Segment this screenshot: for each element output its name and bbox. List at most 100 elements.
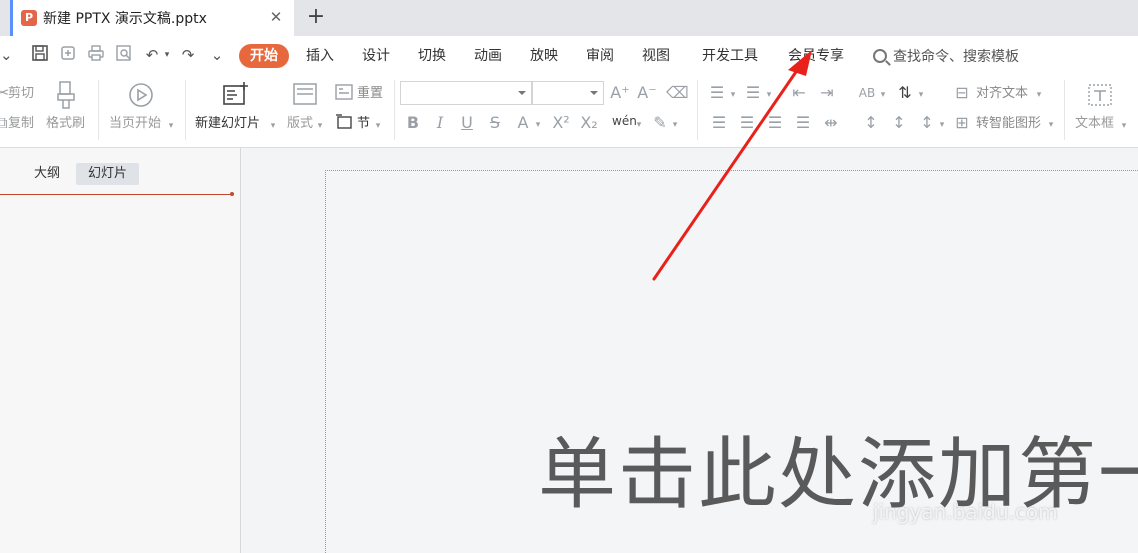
document-title: 新建 PPTX 演示文稿.pptx — [43, 11, 207, 27]
align-text-icon: ⊟ — [955, 83, 969, 102]
align-right-icon[interactable]: ☰ — [764, 114, 786, 132]
print-icon[interactable] — [86, 44, 106, 66]
italic-icon[interactable]: I — [431, 114, 449, 132]
pptx-file-icon: P — [21, 10, 37, 26]
phonetic-guide-icon[interactable]: wén — [612, 112, 637, 130]
superscript-icon[interactable]: X² — [550, 114, 572, 132]
justify-icon[interactable]: ☰ — [792, 114, 814, 132]
bold-icon[interactable]: B — [404, 114, 422, 132]
chevron-down-icon[interactable]: ▾ — [634, 116, 644, 134]
increase-indent-icon[interactable]: ⇥ — [816, 84, 838, 102]
paragraph-spacing-icon[interactable]: ↕ — [888, 114, 910, 132]
divider — [98, 80, 99, 140]
align-text-button[interactable]: 对齐文本 — [976, 85, 1028, 103]
save-icon[interactable] — [30, 44, 50, 66]
chevron-down-icon[interactable]: ▾ — [937, 116, 947, 134]
clear-format-icon[interactable]: ⌫ — [666, 84, 689, 102]
textbox-icon — [1086, 82, 1114, 108]
section-icon — [334, 114, 354, 134]
menu-tab-slideshow[interactable]: 放映 — [530, 46, 558, 66]
export-icon[interactable] — [58, 44, 78, 66]
menu-tab-view[interactable]: 视图 — [642, 46, 670, 66]
subscript-icon[interactable]: X₂ — [578, 114, 600, 132]
layout-button[interactable]: 版式 — [287, 115, 313, 133]
chevron-down-icon[interactable]: ▾ — [1119, 117, 1129, 135]
cut-button[interactable]: 剪切 — [8, 85, 34, 103]
chevron-down-icon[interactable]: ▾ — [533, 116, 543, 134]
document-tab[interactable]: P 新建 PPTX 演示文稿.pptx ✕ — [10, 0, 294, 36]
insertion-marker-dot — [230, 192, 234, 196]
increase-font-icon[interactable]: A⁺ — [610, 84, 630, 102]
font-family-select[interactable] — [400, 81, 532, 105]
chevron-down-icon[interactable]: ⌄ — [0, 44, 13, 66]
insertion-marker — [0, 194, 232, 195]
format-painter-button[interactable]: 格式刷 — [46, 115, 85, 133]
menu-tab-member[interactable]: 会员专享 — [788, 46, 844, 66]
tab-outline[interactable]: 大纲 — [22, 163, 72, 185]
chevron-down-icon[interactable]: ▾ — [728, 86, 738, 104]
new-slide-button[interactable]: 新建幻灯片 — [195, 115, 260, 133]
reset-button[interactable]: 重置 — [357, 85, 383, 103]
tab-slides[interactable]: 幻灯片 — [76, 163, 140, 185]
bullet-list-icon[interactable]: ☰ — [706, 84, 728, 102]
format-painter-icon — [54, 80, 78, 110]
align-center-icon[interactable]: ☰ — [736, 114, 758, 132]
copy-button[interactable]: 复制 — [8, 115, 34, 133]
align-left-icon[interactable]: ☰ — [708, 114, 730, 132]
underline-icon[interactable]: U — [458, 114, 476, 132]
convert-smartart-button[interactable]: 转智能图形 — [976, 115, 1041, 133]
chevron-down-icon[interactable]: ▾ — [373, 117, 383, 135]
menu-tab-home[interactable]: 开始 — [239, 44, 289, 68]
decrease-indent-icon[interactable]: ⇤ — [788, 84, 810, 102]
chevron-down-icon[interactable]: ▾ — [1046, 116, 1056, 134]
reset-icon — [334, 84, 354, 104]
menu-tab-design[interactable]: 设计 — [362, 46, 390, 66]
undo-dropdown-icon[interactable]: ▾ — [162, 44, 172, 66]
menu-bar: ⌄ ↶ ▾ ↷ ⌄ 开始 插入 设计 切换 动画 放映 审阅 视图 开发工具 会… — [0, 36, 1138, 74]
section-button[interactable]: 节 — [357, 115, 370, 133]
new-slide-icon — [222, 80, 250, 108]
sort-icon[interactable]: ⇅ — [894, 84, 916, 102]
decrease-font-icon[interactable]: A⁻ — [637, 84, 657, 102]
copy-icon: ⧉ — [0, 113, 8, 132]
chevron-down-icon[interactable]: ▾ — [878, 86, 888, 104]
line-spacing-icon[interactable]: ↕ — [860, 114, 882, 132]
undo-icon[interactable]: ↶ — [142, 44, 162, 66]
chevron-down-icon[interactable]: ▾ — [670, 116, 680, 134]
print-preview-icon[interactable] — [114, 44, 134, 66]
chevron-down-icon[interactable]: ▾ — [268, 117, 278, 135]
column-icon[interactable]: ↕ — [916, 114, 938, 132]
chevron-down-icon[interactable]: ▾ — [1034, 86, 1044, 104]
chevron-down-icon[interactable]: ▾ — [764, 86, 774, 104]
command-search-label: 查找命令、搜索模板 — [893, 49, 1019, 65]
watermark: jingyan.baidu.com — [873, 500, 1058, 524]
divider — [1064, 80, 1065, 140]
text-direction-icon[interactable]: AB — [856, 84, 878, 102]
customize-quick-access-icon[interactable]: ⌄ — [208, 44, 226, 66]
slide-panel: 大纲 幻灯片 — [0, 148, 241, 553]
menu-tab-transitions[interactable]: 切换 — [418, 46, 446, 66]
tab-bar: P 新建 PPTX 演示文稿.pptx ✕ + — [0, 0, 1138, 36]
font-size-select[interactable] — [532, 81, 604, 105]
strikethrough-icon[interactable]: S — [486, 114, 504, 132]
scissors-icon: ✂ — [0, 83, 10, 102]
menu-tab-insert[interactable]: 插入 — [306, 46, 334, 66]
chevron-down-icon[interactable]: ▾ — [315, 117, 325, 135]
menu-tab-review[interactable]: 审阅 — [586, 46, 614, 66]
play-from-current-button[interactable]: 当页开始 — [109, 115, 161, 133]
redo-icon[interactable]: ↷ — [178, 44, 198, 66]
divider — [185, 80, 186, 140]
new-tab-button[interactable]: + — [305, 6, 327, 28]
distribute-icon[interactable]: ⇹ — [820, 114, 842, 132]
textbox-button[interactable]: 文本框 — [1075, 115, 1114, 133]
chevron-down-icon[interactable]: ▾ — [916, 86, 926, 104]
chevron-down-icon[interactable]: ▾ — [166, 117, 176, 135]
numbered-list-icon[interactable]: ☰ — [742, 84, 764, 102]
divider — [697, 80, 698, 140]
command-search[interactable]: 查找命令、搜索模板 — [873, 46, 1019, 66]
menu-tab-animations[interactable]: 动画 — [474, 46, 502, 66]
menu-tab-developer[interactable]: 开发工具 — [702, 46, 758, 66]
highlight-icon[interactable]: ✎ — [650, 114, 670, 132]
close-tab-icon[interactable]: ✕ — [268, 9, 284, 25]
font-color-icon[interactable]: A — [514, 114, 532, 132]
